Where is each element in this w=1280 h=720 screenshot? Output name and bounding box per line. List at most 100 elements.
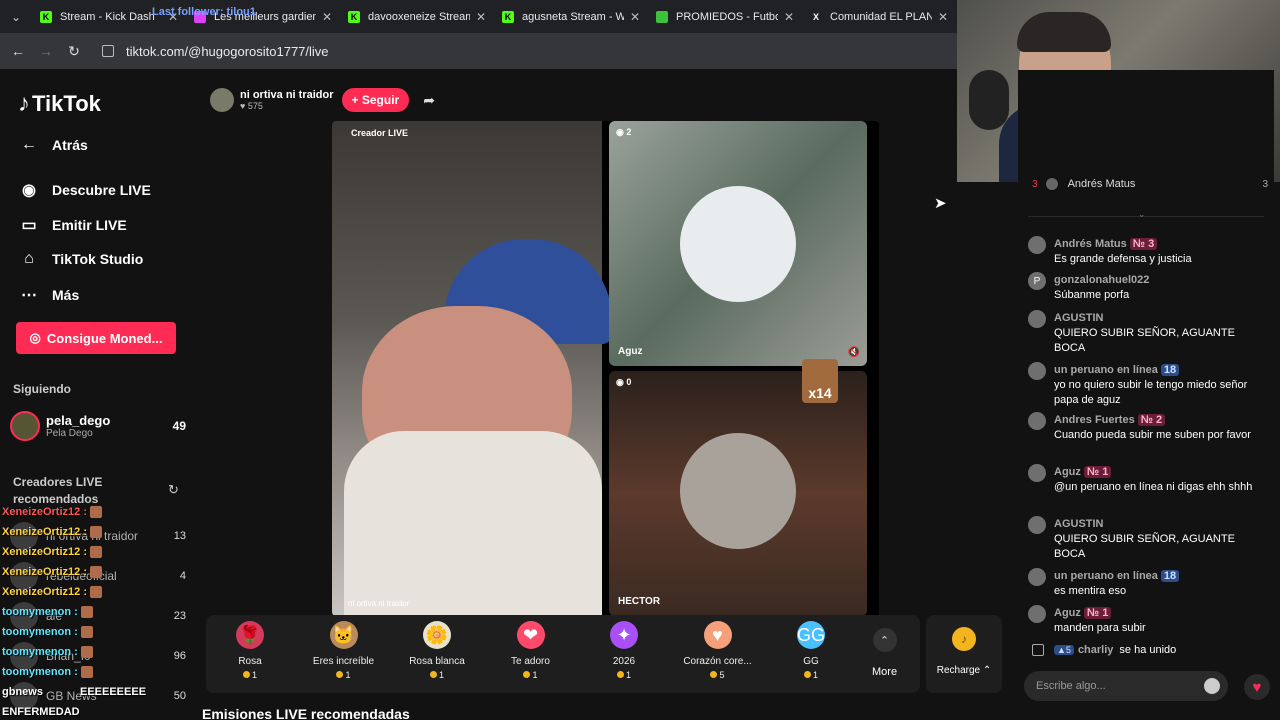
kick-icon: K xyxy=(502,10,514,23)
chat-username[interactable]: Andrés Matus xyxy=(1054,238,1127,250)
chat-username[interactable]: un peruano en línea xyxy=(1054,364,1158,376)
guest-tile-hector[interactable]: ◉ 0 HECTOR xyxy=(609,371,867,616)
chat-username[interactable]: AGUSTIN xyxy=(1054,312,1104,324)
joined-text: se ha unido xyxy=(1119,644,1177,656)
gift-item[interactable]: ✦ 2026 1 xyxy=(578,621,670,680)
avatar[interactable] xyxy=(1028,464,1046,482)
gift-icon: GG xyxy=(797,621,825,649)
tiktok-note-icon: ♪ xyxy=(18,90,30,117)
more-gifts-button[interactable]: ⌃ More xyxy=(872,628,897,678)
creator-item[interactable]: Brian_fc 96 xyxy=(10,642,186,670)
browser-tab[interactable]: Kagusneta Stream - Wa ✕ xyxy=(494,0,648,33)
avatar[interactable] xyxy=(1028,605,1046,623)
creator-item[interactable]: GB News 50 xyxy=(10,682,186,710)
follow-button[interactable]: + Seguir xyxy=(341,88,410,112)
following-item[interactable]: pela_dego Pela Dego 49 xyxy=(10,411,186,441)
chat-username[interactable]: Andres Fuertes xyxy=(1054,414,1135,426)
rank-badge: № 1 xyxy=(1083,607,1112,619)
gift-price-value: 1 xyxy=(812,670,818,680)
rank-badge: № 1 xyxy=(1083,466,1112,478)
sidebar-item[interactable]: ▭ Emitir LIVE xyxy=(18,215,126,235)
mouse-cursor-icon: ➤ xyxy=(934,195,947,212)
address-bar: ← → ↻ tiktok.com/@hugogorosito1777/live xyxy=(0,33,957,69)
browser-tab[interactable]: X Comunidad EL PLANET ✕ xyxy=(802,0,956,33)
back-arrow-icon: ← xyxy=(21,136,37,153)
avatar[interactable] xyxy=(1028,568,1046,586)
chat-username[interactable]: un peruano en línea xyxy=(1054,570,1158,582)
guest-count-badge: ◉ 0 xyxy=(616,377,632,387)
browser-tab[interactable]: Kdavooxeneize Stream ✕ xyxy=(340,0,494,33)
browser-tab[interactable]: PROMIEDOS - Futbol A ✕ xyxy=(648,0,802,33)
chat-text: Es grande defensa y justicia xyxy=(1054,253,1192,265)
coin-icon xyxy=(616,671,624,678)
recharge-button[interactable]: ♪ Recharge ⌃ xyxy=(926,615,1002,693)
get-coins-button[interactable]: ◎ Consigue Moned... xyxy=(16,322,176,354)
chat-text: es mentira eso xyxy=(1054,585,1127,597)
close-icon[interactable]: ✕ xyxy=(630,10,640,24)
url-text: tiktok.com/@hugogorosito1777/live xyxy=(126,43,329,59)
gift-price: 1 xyxy=(204,670,296,680)
chat-message: Andrés Matus № 3 Es grande defensa y justi… xyxy=(1028,234,1268,267)
url-field[interactable]: tiktok.com/@hugogorosito1777/live xyxy=(102,44,329,59)
chat-message: Pgonzalonahuel022 Súbanme porfa xyxy=(1028,270,1268,303)
creator-item[interactable]: ale 23 xyxy=(10,602,186,630)
chevron-down-icon[interactable]: ⌄ xyxy=(1138,209,1146,220)
tab-search-chevron-icon[interactable]: ⌄ xyxy=(0,0,32,33)
close-icon[interactable]: ✕ xyxy=(784,10,794,24)
top-gifter-row[interactable]: 3 Andrés Matus 3 xyxy=(1032,178,1268,190)
host-name[interactable]: ni ortiva ni traidor xyxy=(240,89,334,101)
tiktok-logo[interactable]: ♪ TikTok xyxy=(18,90,101,118)
creator-count: 13 xyxy=(173,530,186,542)
chat-message: un peruano en línea 18 es mentira eso xyxy=(1028,566,1268,599)
forward-icon[interactable]: → xyxy=(32,43,60,59)
chat-message: Andres Fuertes № 2 Cuando pueda subir me s… xyxy=(1028,410,1268,443)
sidebar-item[interactable]: ⋯ Más xyxy=(18,285,79,305)
creator-item[interactable]: ni ortiva ni traidor 13 xyxy=(10,522,186,550)
like-heart-icon[interactable]: ♥ xyxy=(1244,674,1270,700)
close-icon[interactable]: ✕ xyxy=(476,10,486,24)
chat-username[interactable]: Aguz xyxy=(1054,607,1081,619)
gift-item[interactable]: ❤ Te adoro 1 xyxy=(485,621,577,680)
avatar[interactable] xyxy=(1028,310,1046,328)
chat-username[interactable]: AGUSTIN xyxy=(1054,518,1104,530)
avatar[interactable]: P xyxy=(1028,272,1046,290)
chat-username[interactable]: gonzalonahuel022 xyxy=(1054,274,1149,286)
gift-item[interactable]: 🌼 Rosa blanca 1 xyxy=(391,621,483,680)
refresh-icon[interactable]: ↻ xyxy=(168,482,179,498)
share-icon[interactable]: ➦ xyxy=(423,92,435,109)
gift-item[interactable]: 🌹 Rosa 1 xyxy=(204,621,296,680)
top-gifter-rank: 3 xyxy=(1032,178,1038,190)
gift-item[interactable]: 🐱 Eres increíble 1 xyxy=(298,621,390,680)
top-gifter-name: Andrés Matus xyxy=(1067,178,1136,190)
chat-input[interactable]: Escribe algo... xyxy=(1024,671,1228,701)
reload-icon[interactable]: ↻ xyxy=(60,43,88,60)
avatar[interactable] xyxy=(1028,362,1046,380)
avatar[interactable] xyxy=(1028,516,1046,534)
sidebar-item[interactable]: ← Atrás xyxy=(18,136,88,154)
creators-heading: Creadores LIVE recomendados xyxy=(13,475,103,506)
close-icon[interactable]: ✕ xyxy=(938,10,948,24)
site-info-icon[interactable] xyxy=(102,45,114,57)
guest-tile-aguz[interactable]: ◉ 2 Aguz 🔇 xyxy=(609,121,867,366)
gift-item[interactable]: GG GG 1 xyxy=(765,621,857,680)
close-icon[interactable]: ✕ xyxy=(322,10,332,24)
emoji-icon[interactable] xyxy=(1204,678,1220,694)
chat-username[interactable]: Aguz xyxy=(1054,466,1081,478)
tab-overlay-text: Last follower: tilou1 xyxy=(152,6,256,18)
get-coins-label: Consigue Moned... xyxy=(46,330,163,346)
avatar[interactable] xyxy=(1028,236,1046,254)
host-likes-count: 575 xyxy=(247,101,263,111)
gift-name: 2026 xyxy=(612,656,636,667)
sidebar-item[interactable]: ⌂ TikTok Studio xyxy=(18,250,143,268)
live-chat: 3 Andrés Matus 3 ⌄ Andrés Matus № 3 Es gra… xyxy=(1018,70,1274,720)
chat-text: manden para subir xyxy=(1054,622,1146,634)
host-avatar[interactable] xyxy=(210,88,234,112)
sidebar-item[interactable]: ◉ Descubre LIVE xyxy=(18,180,151,200)
avatar[interactable] xyxy=(1028,412,1046,430)
creator-item[interactable]: rebeldeoficial 4 xyxy=(10,562,186,590)
creator-name: GB News xyxy=(46,689,97,703)
coin-icon xyxy=(710,671,718,678)
chat-message: AGUSTIN QUIERO SUBIR SEÑOR, AGUANTE BOCA xyxy=(1028,514,1268,562)
gift-item[interactable]: ♥ Corazón core... 5 xyxy=(672,621,764,680)
back-icon[interactable]: ← xyxy=(4,43,32,59)
